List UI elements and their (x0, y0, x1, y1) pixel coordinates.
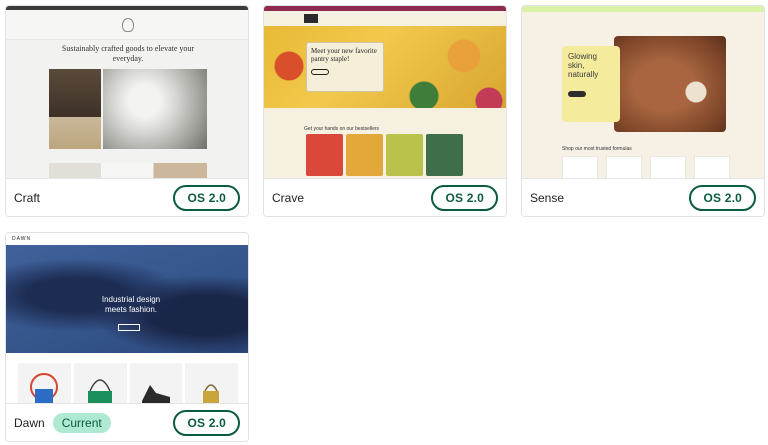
preview-headline: Industrial design meets fashion. (101, 295, 161, 314)
theme-card-footer: Dawn Current OS 2.0 (6, 403, 248, 441)
theme-name: Craft (14, 190, 41, 205)
os-version-badge: OS 2.0 (689, 184, 756, 211)
theme-preview-crave[interactable]: Meet your new favorite pantry staple! Ge… (264, 6, 506, 182)
preview-header (264, 11, 506, 27)
theme-preview-craft[interactable]: Sustainably crafted goods to elevate you… (6, 6, 248, 182)
theme-card-sense[interactable]: Glowing skin, naturally Shop our most tr… (521, 5, 765, 217)
theme-card-footer: Sense OS 2.0 (522, 178, 764, 216)
preview-hero-image (264, 26, 506, 108)
preview-product-image (426, 134, 463, 176)
logo-icon (304, 14, 318, 23)
preview-button (568, 91, 586, 97)
preview-headline: Glowing skin, naturally (568, 52, 599, 79)
os-version-badge: OS 2.0 (173, 184, 240, 211)
preview-hero-image: Industrial design meets fashion. (6, 245, 248, 353)
preview-headline: Sustainably crafted goods to elevate you… (61, 44, 195, 63)
os-version-badge: OS 2.0 (173, 409, 240, 436)
announcement-bar (522, 6, 764, 12)
os-version-badge: OS 2.0 (431, 184, 498, 211)
preview-button (311, 69, 329, 75)
preview-header: DAWN (6, 233, 248, 245)
theme-card-footer: Craft OS 2.0 (6, 178, 248, 216)
preview-product-image (103, 69, 207, 149)
preview-product-image (346, 134, 383, 176)
preview-hero-card: Glowing skin, naturally (562, 46, 620, 122)
theme-card-dawn[interactable]: DAWN Industrial design meets fashion. Da… (5, 232, 249, 442)
current-theme-badge: Current (52, 412, 111, 433)
theme-name: Sense (530, 190, 565, 205)
preview-hero-image (614, 36, 726, 132)
logo-icon (122, 18, 134, 32)
theme-preview-sense[interactable]: Glowing skin, naturally Shop our most tr… (522, 6, 764, 182)
theme-card-footer: Crave OS 2.0 (264, 178, 506, 216)
theme-card-crave[interactable]: Meet your new favorite pantry staple! Ge… (263, 5, 507, 217)
preview-hero-card: Meet your new favorite pantry staple! (306, 42, 384, 92)
preview-button (118, 324, 140, 331)
preview-subhead: Shop our most trusted formulas (562, 146, 632, 152)
theme-preview-dawn[interactable]: DAWN Industrial design meets fashion. (6, 233, 248, 409)
preview-product-image (49, 69, 101, 149)
theme-name: Crave (272, 190, 305, 205)
preview-headline: Meet your new favorite pantry staple! (311, 47, 377, 63)
preview-header (6, 10, 248, 40)
preview-product-image (306, 134, 343, 176)
theme-name: Dawn (14, 415, 45, 430)
preview-logo: DAWN (12, 236, 32, 242)
preview-subhead: Get your hands on our bestsellers (304, 126, 380, 132)
theme-card-craft[interactable]: Sustainably crafted goods to elevate you… (5, 5, 249, 217)
preview-product-image (386, 134, 423, 176)
